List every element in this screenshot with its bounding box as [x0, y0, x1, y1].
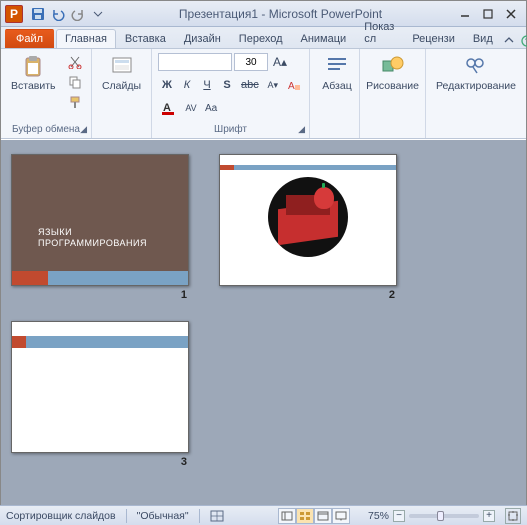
- slide-thumbnail-1[interactable]: ЯЗЫКИ ПРОГРАММИРОВАНИЯ 1: [11, 154, 189, 301]
- zoom-slider[interactable]: [409, 514, 479, 518]
- paragraph-button[interactable]: Абзац: [316, 53, 358, 95]
- slides-label: Слайды: [102, 81, 141, 93]
- language-icon[interactable]: [210, 510, 224, 522]
- slides-button[interactable]: Слайды: [98, 53, 145, 95]
- font-color-button[interactable]: A: [158, 99, 180, 117]
- group-font: A▴ Ж К Ч S abc A▾ A A AV Aa Шрифт◢: [152, 49, 310, 138]
- maximize-button[interactable]: [477, 6, 499, 22]
- window-controls: [454, 6, 522, 22]
- ribbon: Вставить Буфер обмена◢ Слайды . A▴: [1, 49, 526, 139]
- tab-insert[interactable]: Вставка: [116, 29, 175, 48]
- save-button[interactable]: [29, 5, 47, 23]
- shrink-font-button[interactable]: A▾: [264, 76, 282, 94]
- zoom-controls: 75% − +: [368, 508, 521, 524]
- close-button[interactable]: [500, 6, 522, 22]
- tab-file[interactable]: Файл: [5, 29, 54, 48]
- slide1-title: ЯЗЫКИ ПРОГРАММИРОВАНИЯ: [38, 227, 147, 250]
- paragraph-label: Абзац: [322, 81, 351, 93]
- font-launcher[interactable]: ◢: [298, 124, 305, 135]
- slide-number: 3: [181, 456, 189, 468]
- char-spacing-button[interactable]: AV: [182, 99, 200, 117]
- group-font-label: Шрифт◢: [158, 123, 303, 136]
- slide2-image: [268, 177, 348, 257]
- paste-label: Вставить: [11, 81, 56, 93]
- help-button[interactable]: ?: [520, 34, 527, 48]
- title-bar: P Презентация1 - Microsoft PowerPoint: [1, 1, 526, 27]
- slide-thumbnail-3[interactable]: 3: [11, 321, 189, 468]
- slide-thumbnail-2[interactable]: 2: [219, 154, 397, 301]
- zoom-in-button[interactable]: +: [483, 510, 495, 522]
- slide-number: 2: [389, 289, 397, 301]
- qat-customize-button[interactable]: [89, 5, 107, 23]
- tab-home[interactable]: Главная: [56, 29, 116, 48]
- group-drawing: Рисование .: [360, 49, 426, 138]
- group-editing: Редактирование .: [426, 49, 526, 138]
- find-icon: [464, 55, 488, 79]
- editing-label: Редактирование: [436, 81, 516, 93]
- ribbon-tabs: Файл Главная Вставка Дизайн Переход Аним…: [1, 27, 526, 49]
- format-painter-button[interactable]: [66, 93, 84, 111]
- group-slides: Слайды .: [92, 49, 152, 138]
- status-theme: "Обычная": [137, 510, 189, 522]
- editing-button[interactable]: Редактирование: [432, 53, 520, 95]
- zoom-thumb[interactable]: [437, 511, 444, 521]
- bold-button[interactable]: Ж: [158, 76, 176, 94]
- copy-button[interactable]: [66, 73, 84, 91]
- grow-font-button[interactable]: A▴: [270, 53, 290, 71]
- shadow-button[interactable]: S: [218, 76, 236, 94]
- zoom-out-button[interactable]: −: [393, 510, 405, 522]
- app-icon: P: [5, 5, 23, 23]
- paragraph-icon: [325, 55, 349, 79]
- font-size-select[interactable]: [234, 53, 268, 71]
- status-mode: Сортировщик слайдов: [6, 510, 116, 522]
- clear-format-button[interactable]: A: [284, 76, 304, 94]
- redo-button[interactable]: [69, 5, 87, 23]
- new-slide-icon: [110, 55, 134, 79]
- slideshow-view-button[interactable]: [332, 508, 350, 524]
- tab-design[interactable]: Дизайн: [175, 29, 230, 48]
- group-paragraph: Абзац .: [310, 49, 360, 138]
- fit-to-window-button[interactable]: [505, 508, 521, 524]
- drawing-button[interactable]: Рисование: [366, 53, 419, 95]
- tab-slideshow[interactable]: Показ сл: [355, 17, 403, 48]
- change-case-button[interactable]: Aa: [202, 99, 220, 117]
- zoom-level[interactable]: 75%: [368, 510, 389, 522]
- reading-view-button[interactable]: [314, 508, 332, 524]
- svg-text:A: A: [288, 81, 295, 91]
- minimize-button[interactable]: [454, 6, 476, 22]
- font-family-select[interactable]: [158, 53, 232, 71]
- normal-view-button[interactable]: [278, 508, 296, 524]
- group-clipboard-label: Буфер обмена◢: [7, 123, 85, 136]
- minimize-ribbon-button[interactable]: [502, 34, 516, 48]
- status-bar: Сортировщик слайдов "Обычная" 75% − +: [0, 505, 527, 525]
- tab-animations[interactable]: Анимаци: [292, 29, 356, 48]
- italic-button[interactable]: К: [178, 76, 196, 94]
- sorter-view-button[interactable]: [296, 508, 314, 524]
- slide-sorter-view[interactable]: ЯЗЫКИ ПРОГРАММИРОВАНИЯ 1 2: [1, 140, 526, 505]
- tab-view[interactable]: Вид: [464, 29, 502, 48]
- group-clipboard: Вставить Буфер обмена◢: [1, 49, 92, 138]
- undo-button[interactable]: [49, 5, 67, 23]
- strike-button[interactable]: abc: [238, 76, 262, 94]
- tab-transitions[interactable]: Переход: [230, 29, 292, 48]
- clipboard-icon: [21, 55, 45, 79]
- cut-button[interactable]: [66, 53, 84, 71]
- view-buttons: [278, 508, 350, 524]
- underline-button[interactable]: Ч: [198, 76, 216, 94]
- drawing-label: Рисование: [366, 81, 419, 93]
- quick-access-toolbar: [29, 5, 107, 23]
- clipboard-launcher[interactable]: ◢: [80, 124, 87, 135]
- paste-button[interactable]: Вставить: [7, 53, 60, 95]
- shapes-icon: [381, 55, 405, 79]
- slide-number: 1: [181, 289, 189, 301]
- tab-review[interactable]: Рецензи: [403, 29, 464, 48]
